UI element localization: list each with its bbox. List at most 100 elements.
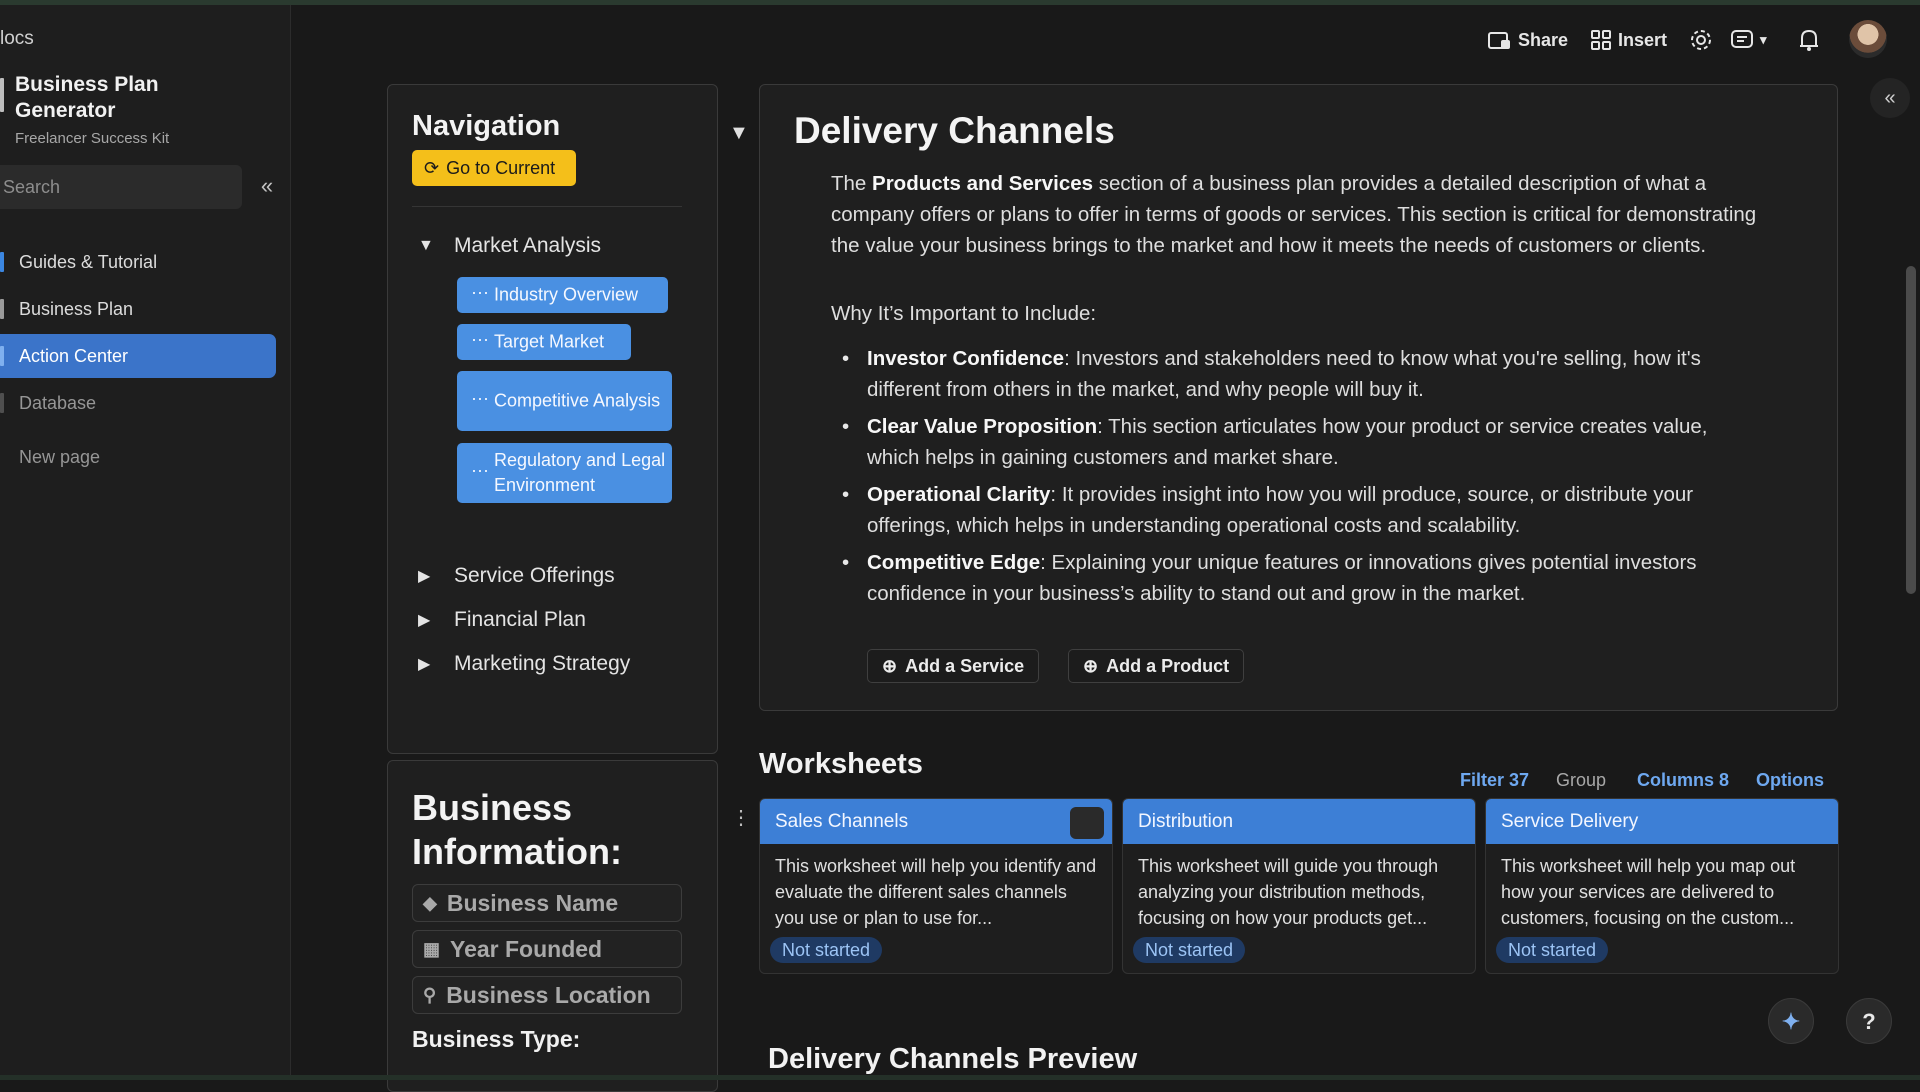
collapse-right-panel-icon[interactable]: « <box>1870 78 1910 118</box>
calendar-icon: ▦ <box>423 938 441 959</box>
year-founded-field[interactable]: ▦ Year Founded <box>412 930 682 968</box>
add-service-label: Add a Service <box>905 655 1025 676</box>
breadcrumb[interactable]: locs <box>0 28 34 50</box>
chip-label: Industry Overview <box>494 284 639 305</box>
tree-item-marketing-strategy[interactable]: ▶ Marketing Strategy <box>418 652 630 676</box>
sidebar-item-label: Database <box>19 393 97 413</box>
worksheet-card-service-delivery[interactable]: Service Delivery This worksheet will hel… <box>1485 798 1839 974</box>
worksheet-card-distribution[interactable]: Distribution This worksheet will guide y… <box>1122 798 1476 974</box>
why-heading: Why It’s Important to Include: <box>831 302 1097 325</box>
tree-item-service-offerings[interactable]: ▶ Service Offerings <box>418 564 615 588</box>
collapse-sidebar-icon[interactable]: « <box>256 172 278 200</box>
options-button[interactable]: Options <box>1756 770 1824 791</box>
card-title: Service Delivery <box>1501 811 1639 832</box>
chip-competitive-analysis[interactable]: ··· Competitive Analysis <box>457 371 672 431</box>
page-icon <box>0 252 4 272</box>
tree-item-label: Market Analysis <box>454 234 602 257</box>
pointer-icon[interactable] <box>1070 807 1104 839</box>
chip-label: Competitive Analysis <box>494 390 661 411</box>
ellipsis-icon: ··· <box>471 460 489 480</box>
plus-circle-icon: ⊕ <box>882 655 898 676</box>
sidebar-item-label: Business Plan <box>19 299 134 319</box>
status-badge: Not started <box>1133 937 1246 963</box>
help-button[interactable]: ? <box>1846 998 1892 1044</box>
tree-item-label: Service Offerings <box>454 564 615 587</box>
tree-item-label: Marketing Strategy <box>454 652 631 675</box>
page-title: Delivery Channels <box>794 110 1115 151</box>
triangle-down-icon: ▼ <box>418 237 434 254</box>
list-item: Competitive Edge: Explaining your unique… <box>842 547 1762 609</box>
filter-button[interactable]: Filter 37 <box>1460 770 1529 791</box>
search-input[interactable]: Search <box>0 165 242 209</box>
workspace-title[interactable]: Business Plan Generator <box>15 72 255 124</box>
sidebar-item-label: New page <box>19 447 101 467</box>
preview-heading: Delivery Channels Preview <box>768 1043 1138 1075</box>
sidebar-item-action-center[interactable]: Action Center <box>0 334 276 378</box>
add-service-button[interactable]: ⊕ Add a Service <box>867 649 1040 683</box>
bullet-list: Investor Confidence: Investors and stake… <box>842 343 1762 615</box>
chip-target-market[interactable]: ··· Target Market <box>457 324 631 360</box>
tree-item-financial-plan[interactable]: ▶ Financial Plan <box>418 608 586 632</box>
business-location-field[interactable]: ⚲ Business Location <box>412 976 682 1014</box>
comments-button[interactable]: ▾ <box>1730 26 1767 54</box>
sidebar-item-label: Guides & Tutorial <box>19 252 158 272</box>
document-icon <box>0 78 4 112</box>
triangle-right-icon: ▶ <box>418 656 431 673</box>
business-info-title: Business Information: <box>412 787 622 872</box>
notifications-button[interactable] <box>1798 26 1820 54</box>
settings-button[interactable] <box>1689 26 1713 54</box>
chip-industry-overview[interactable]: ··· Industry Overview <box>457 277 668 313</box>
chip-label: Regulatory and Legal Environment <box>494 450 666 495</box>
go-to-current-label: Go to Current <box>446 157 556 178</box>
triangle-right-icon: ▶ <box>418 568 431 585</box>
worksheet-card-sales-channels[interactable]: Sales Channels This worksheet will help … <box>759 798 1113 974</box>
chip-label: Target Market <box>494 331 605 352</box>
card-header: Service Delivery <box>1486 799 1838 844</box>
grid-icon <box>1591 30 1611 50</box>
intro-paragraph: The Products and Services section of a b… <box>831 172 1757 257</box>
sidebar-item-business-plan[interactable]: Business Plan <box>0 287 276 331</box>
business-name-field[interactable]: ◆ Business Name <box>412 884 682 922</box>
sidebar-item-label: Action Center <box>19 346 129 366</box>
tree-item-label: Financial Plan <box>454 608 586 631</box>
comment-icon <box>1731 30 1753 48</box>
tree-item-market-analysis[interactable]: ▼ Market Analysis <box>418 234 601 258</box>
share-label: Share <box>1518 29 1569 50</box>
avatar[interactable] <box>1849 20 1887 58</box>
insert-button[interactable]: Insert <box>1590 26 1667 54</box>
go-to-current-button[interactable]: ⟳ Go to Current <box>412 150 576 186</box>
add-product-label: Add a Product <box>1106 655 1230 676</box>
drag-handle-icon[interactable]: ⋮ <box>731 805 751 830</box>
list-item: Investor Confidence: Investors and stake… <box>842 343 1762 405</box>
page-icon <box>0 346 4 366</box>
plus-circle-icon: ⊕ <box>1083 655 1099 676</box>
insert-label: Insert <box>1618 29 1668 50</box>
triangle-right-icon: ▶ <box>418 612 431 629</box>
field-placeholder: Business Location <box>446 981 651 1008</box>
group-button[interactable]: Group <box>1556 770 1606 791</box>
share-button[interactable]: Share <box>1488 26 1568 54</box>
share-icon <box>1488 32 1510 49</box>
bottom-accent-line <box>0 1075 1920 1080</box>
status-badge: Not started <box>1496 937 1609 963</box>
collapse-toggle-icon[interactable]: ▼ <box>729 122 749 145</box>
sidebar-item-guides[interactable]: Guides & Tutorial <box>0 240 276 284</box>
database-icon <box>0 393 4 413</box>
ellipsis-icon: ··· <box>471 388 489 408</box>
columns-button[interactable]: Columns 8 <box>1637 770 1729 791</box>
list-item: Operational Clarity: It provides insight… <box>842 479 1762 541</box>
scrollbar[interactable] <box>1906 266 1916 594</box>
add-product-button[interactable]: ⊕ Add a Product <box>1068 649 1245 683</box>
ellipsis-icon: ··· <box>471 329 489 349</box>
sidebar-item-database[interactable]: Database <box>0 381 276 425</box>
field-placeholder: Year Founded <box>450 935 603 962</box>
chevron-down-icon: ▾ <box>1760 32 1767 47</box>
ai-sparkle-button[interactable]: ✦ <box>1768 998 1814 1044</box>
sidebar-item-new-page[interactable]: New page <box>0 435 276 479</box>
chip-regulatory-legal[interactable]: ··· Regulatory and Legal Environment <box>457 443 672 503</box>
workspace-subtitle: Freelancer Success Kit <box>15 130 170 147</box>
card-description: This worksheet will guide you through an… <box>1138 856 1439 928</box>
search-placeholder: Search <box>3 177 61 197</box>
card-title: Sales Channels <box>775 811 909 832</box>
business-type-label: Business Type: <box>412 1026 581 1052</box>
